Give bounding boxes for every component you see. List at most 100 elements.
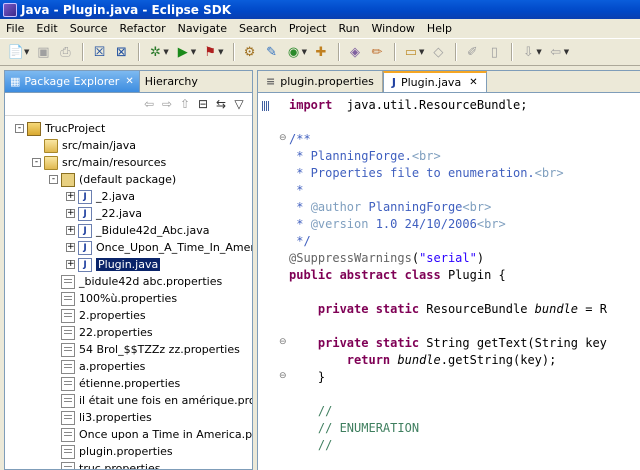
tree-item[interactable]: étienne.properties [49,375,180,392]
dropdown-arrow-icon[interactable]: ▼ [419,48,424,56]
open-type-icon[interactable]: ✚ [311,42,331,62]
toolbar-separator [511,43,514,61]
tree-item[interactable]: 54 Brol_$$TZZz zz.properties [49,341,240,358]
close-icon[interactable]: ✕ [125,76,133,87]
tree-item[interactable]: + J Once_Upon_A_Time_In_Ameri [66,239,252,256]
tree-item-label: src/main/resources [62,156,167,169]
menu-project[interactable]: Project [283,22,333,35]
forward-arrow-icon[interactable]: ⇨ [158,97,176,111]
tree-item[interactable]: Once upon a Time in America.prop [49,426,252,443]
menu-run[interactable]: Run [332,22,365,35]
tab-hierarchy[interactable]: Hierarchy [140,71,203,92]
view-menu-icon[interactable]: ▽ [230,97,248,111]
print-icon[interactable]: ⎙ [55,42,75,62]
new-package-icon[interactable]: ⊠ [111,42,131,62]
run-icon[interactable]: ▶ [173,42,193,62]
expand-icon[interactable]: + [66,243,75,252]
title-bar: Java - Plugin.java - Eclipse SDK [0,0,640,19]
code-line: import java.util.ResourceBundle; [289,97,527,114]
next-annotation-icon[interactable]: ⇩ [518,42,538,62]
tab-package-explorer[interactable]: ▦ Package Explorer ✕ [5,71,140,92]
expand-icon[interactable]: + [66,226,75,235]
code-line: return bundle.getString(key); [289,352,557,369]
code-line: */ [289,233,310,250]
dropdown-arrow-icon[interactable]: ▼ [24,48,29,56]
dropdown-arrow-icon[interactable]: ▼ [218,48,223,56]
dropdown-arrow-icon[interactable]: ▼ [191,48,196,56]
expand-icon[interactable]: + [66,192,75,201]
new-icon[interactable]: 📄 [6,42,26,62]
package-explorer-icon: ▦ [10,75,21,88]
tree-item[interactable]: + J Plugin.java [66,256,161,273]
save-icon[interactable]: ▣ [33,42,53,62]
package-icon [61,172,75,187]
new-java-project-icon[interactable]: ☒ [89,42,109,62]
tree-item[interactable]: + J _Bidule42d_Abc.java [66,222,209,239]
menu-navigate[interactable]: Navigate [172,22,233,35]
link-with-editor-icon[interactable]: ⇆ [212,97,230,111]
menu-source[interactable]: Source [64,22,114,35]
tree-item[interactable]: - TrucProject [15,120,105,137]
tree-item[interactable]: li3.properties [49,409,152,426]
editor-tab[interactable]: J Plugin.java ✕ [382,71,487,92]
collapse-icon[interactable]: - [15,124,24,133]
annotation-icon[interactable]: ▯ [484,42,504,62]
tree-item[interactable]: 22.properties [49,324,153,341]
tree-item[interactable]: + J _22.java [66,205,142,222]
collapse-icon[interactable]: - [32,158,41,167]
new-enum-icon[interactable]: ◉ [284,42,304,62]
back-arrow-icon[interactable]: ⇦ [140,97,158,111]
tree-item[interactable]: 2.properties [49,307,146,324]
toggle-breadcrumb-icon[interactable]: ◇ [428,42,448,62]
menu-edit[interactable]: Edit [30,22,63,35]
back-icon[interactable]: ⇦ [546,42,566,62]
tree-item[interactable]: 100%ù.properties [49,290,177,307]
collapse-icon[interactable]: - [49,175,58,184]
code-token: import [289,98,333,112]
tree-item[interactable]: - src/main/resources [32,154,166,171]
dropdown-arrow-icon[interactable]: ▼ [564,48,569,56]
toolbar-separator [337,43,340,61]
pen-icon[interactable]: ✐ [462,42,482,62]
open-perspective-icon[interactable]: ◈ [345,42,365,62]
tree-item[interactable]: il était une fois en amérique.prope [49,392,252,409]
code-line: // [289,437,332,454]
collapse-all-icon[interactable]: ⊟ [194,97,212,111]
tree-item-label: a.properties [79,360,146,373]
menu-help[interactable]: Help [421,22,458,35]
fold-icon[interactable]: ⊖ [279,337,287,347]
dropdown-arrow-icon[interactable]: ▼ [163,48,168,56]
tree-item[interactable]: src/main/java [32,137,136,154]
expand-icon[interactable]: + [66,209,75,218]
java-file-icon: J [78,240,92,255]
code-token: * Properties file to enumeration. [289,166,535,180]
dropdown-arrow-icon[interactable]: ▼ [536,48,541,56]
menu-window[interactable]: Window [366,22,421,35]
tree-item[interactable]: a.properties [49,358,145,375]
open-folder-icon[interactable]: ▭ [401,42,421,62]
close-icon[interactable]: ✕ [469,77,477,88]
search-icon[interactable]: ✏ [367,42,387,62]
external-tools-icon[interactable]: ⚑ [200,42,220,62]
dropdown-arrow-icon[interactable]: ▼ [302,48,307,56]
expand-icon[interactable]: + [66,260,75,269]
tree-item[interactable]: plugin.properties [49,443,173,460]
tree-item[interactable]: _bidule42d abc.properties [49,273,222,290]
fold-icon[interactable]: ⊖ [279,133,287,143]
tree-item[interactable]: truc.properties [49,460,161,469]
debug-icon[interactable]: ✲ [145,42,165,62]
tree-item[interactable]: - (default package) [49,171,176,188]
menu-search[interactable]: Search [233,22,283,35]
menu-refactor[interactable]: Refactor [114,22,172,35]
new-class-icon[interactable]: ⚙ [240,42,260,62]
new-interface-icon[interactable]: ✎ [262,42,282,62]
fold-icon[interactable]: ⊖ [279,371,287,381]
up-icon[interactable]: ⇧ [176,97,194,111]
tree-item-label: TrucProject [45,122,106,135]
menu-file[interactable]: File [0,22,30,35]
code-token: bundle [534,302,579,316]
tree-item[interactable]: + J _2.java [66,188,135,205]
editor-tab[interactable]: ≡ plugin.properties [258,71,383,92]
code-token: private static [317,302,420,316]
java-file-icon: J [78,257,92,272]
